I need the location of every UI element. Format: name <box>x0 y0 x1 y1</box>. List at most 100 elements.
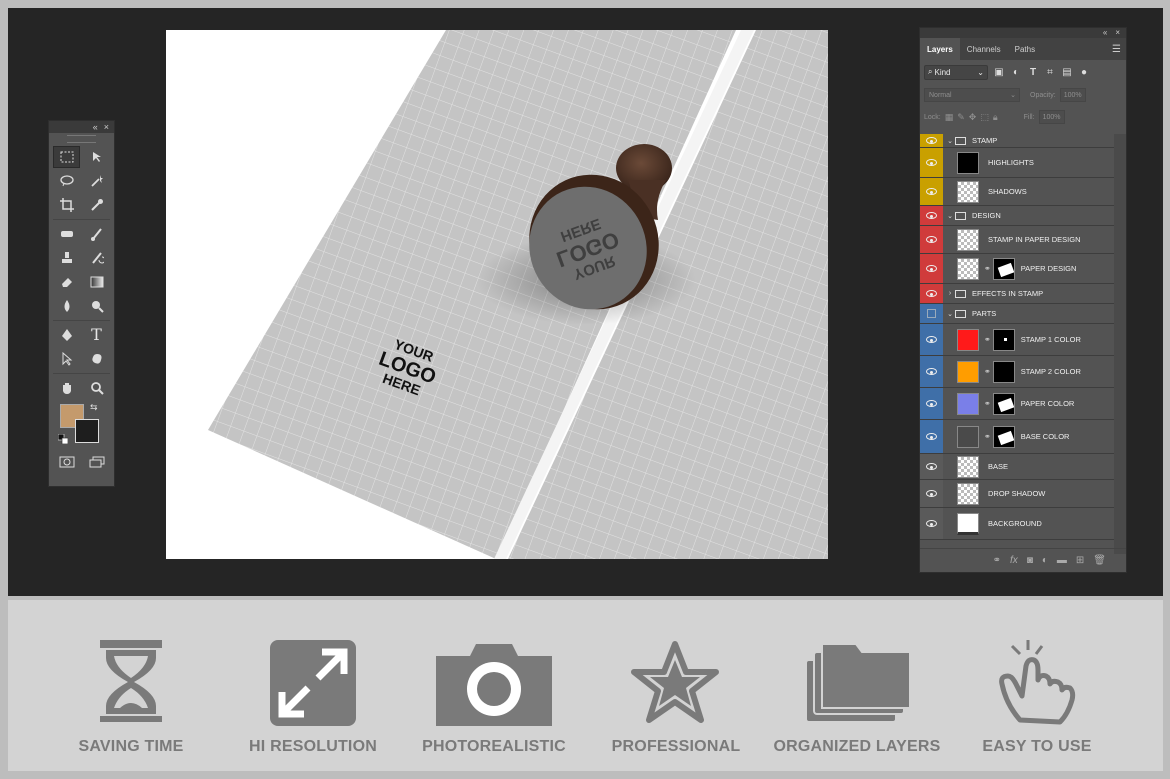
layer-visibility-toggle[interactable] <box>920 356 943 387</box>
link-icon[interactable]: ⚭ <box>984 432 991 441</box>
crop-tool-icon[interactable] <box>53 194 80 216</box>
layer-visibility-toggle[interactable] <box>920 226 943 253</box>
collapse-icon[interactable]: « <box>93 122 98 132</box>
layer-row[interactable]: ⌄ PARTS <box>920 304 1114 324</box>
layer-style-icon[interactable]: fx <box>1010 555 1018 566</box>
layer-row[interactable]: SHADOWS <box>920 178 1114 206</box>
type-filter-icon[interactable]: T <box>1027 67 1039 78</box>
hand-tool-icon[interactable] <box>53 377 80 399</box>
layer-row[interactable]: ⚭ STAMP 2 COLOR <box>920 356 1114 388</box>
layer-visibility-toggle[interactable] <box>920 454 943 479</box>
layer-row[interactable]: › EFFECTS IN STAMP <box>920 284 1114 304</box>
layer-row[interactable]: BACKGROUND <box>920 508 1114 540</box>
link-icon[interactable]: ⚭ <box>984 399 991 408</box>
group-expand-icon[interactable]: ⌄ <box>945 212 955 220</box>
close-icon[interactable]: × <box>1115 28 1120 38</box>
swap-colors-icon[interactable]: ⇆ <box>90 402 98 413</box>
document-canvas[interactable]: YOUR LOGO HERE YOUR LOGO HERE <box>166 30 828 559</box>
layer-row[interactable]: ⚭ PAPER COLOR <box>920 388 1114 420</box>
smart-object-filter-icon[interactable]: ▤ <box>1061 67 1073 78</box>
layers-scrollbar[interactable] <box>1114 134 1126 554</box>
layer-row[interactable]: STAMP IN PAPER DESIGN <box>920 226 1114 254</box>
layer-visibility-toggle[interactable] <box>920 134 943 147</box>
link-icon[interactable]: ⚭ <box>984 264 991 273</box>
filter-toggle-icon[interactable]: ● <box>1078 67 1090 78</box>
blend-mode-select[interactable]: Normal ⌄ <box>924 88 1020 102</box>
trash-icon[interactable]: 🗑︎ <box>1093 555 1106 566</box>
layer-row[interactable]: ⚭ STAMP 1 COLOR <box>920 324 1114 356</box>
lock-artboard-icon[interactable]: ⬚ <box>980 112 989 123</box>
layer-visibility-toggle[interactable] <box>920 178 943 205</box>
lasso-tool-icon[interactable] <box>53 170 80 192</box>
layer-row[interactable]: ⌄ DESIGN <box>920 206 1114 226</box>
history-brush-tool-icon[interactable] <box>83 247 110 269</box>
blur-tool-icon[interactable] <box>53 295 80 317</box>
eraser-tool-icon[interactable] <box>53 271 80 293</box>
layer-row[interactable]: BASE <box>920 454 1114 480</box>
layer-visibility-toggle[interactable] <box>920 304 943 323</box>
lock-paint-icon[interactable]: ✎ <box>957 112 965 123</box>
link-layers-icon[interactable]: ⚭ <box>993 555 1001 566</box>
layer-visibility-toggle[interactable] <box>920 148 943 177</box>
default-colors-icon[interactable] <box>58 434 68 444</box>
marquee-tool-icon[interactable] <box>53 146 80 168</box>
lock-all-icon[interactable]: 🔒︎ <box>993 112 998 123</box>
tab-paths[interactable]: Paths <box>1008 38 1042 60</box>
screen-mode-icon[interactable] <box>83 451 110 473</box>
path-selection-tool-icon[interactable] <box>53 348 80 370</box>
gradient-tool-icon[interactable] <box>83 271 110 293</box>
magic-wand-tool-icon[interactable] <box>83 170 110 192</box>
group-expand-icon[interactable]: ⌄ <box>945 310 955 318</box>
layer-thumbnail <box>957 512 979 535</box>
fill-field[interactable]: 100% <box>1038 110 1065 124</box>
close-icon[interactable]: × <box>104 122 109 132</box>
new-layer-icon[interactable]: ⊞ <box>1076 555 1084 566</box>
add-mask-icon[interactable]: ◙ <box>1027 555 1033 566</box>
layer-row[interactable]: DROP SHADOW <box>920 480 1114 508</box>
link-icon[interactable]: ⚭ <box>984 335 991 344</box>
pen-tool-icon[interactable] <box>53 324 80 346</box>
background-color-swatch[interactable] <box>75 419 99 443</box>
layer-visibility-toggle[interactable] <box>920 284 943 303</box>
group-expand-icon[interactable]: ⌄ <box>945 137 955 145</box>
filter-kind-select[interactable]: ⌕ Kind ⌄ <box>924 64 988 80</box>
healing-brush-tool-icon[interactable] <box>53 223 80 245</box>
layer-row[interactable]: HIGHLIGHTS <box>920 148 1114 178</box>
eyedropper-tool-icon[interactable] <box>83 194 110 216</box>
pixel-filter-icon[interactable]: ▣ <box>993 67 1005 78</box>
lock-position-icon[interactable]: ✥ <box>969 112 977 123</box>
layer-row[interactable]: ⌄ STAMP <box>920 134 1114 148</box>
layer-row[interactable]: ⚭ BASE COLOR <box>920 420 1114 454</box>
zoom-tool-icon[interactable] <box>83 377 110 399</box>
layer-visibility-toggle[interactable] <box>920 206 943 225</box>
new-group-icon[interactable]: ▬ <box>1057 555 1067 566</box>
adjustment-layer-icon[interactable]: ◐ <box>1042 555 1048 566</box>
adjustment-filter-icon[interactable]: ◐ <box>1010 67 1022 78</box>
layer-visibility-toggle[interactable] <box>920 254 943 283</box>
layer-row[interactable]: ⚭ PAPER DESIGN <box>920 254 1114 284</box>
layer-visibility-toggle[interactable] <box>920 420 943 453</box>
shape-filter-icon[interactable]: ⌗ <box>1044 67 1056 78</box>
dodge-tool-icon[interactable] <box>83 295 110 317</box>
layer-name: BASE COLOR <box>1020 432 1070 441</box>
layer-visibility-toggle[interactable] <box>920 388 943 419</box>
layer-visibility-toggle[interactable] <box>920 480 943 507</box>
move-tool-icon[interactable] <box>83 146 110 168</box>
collapse-icon[interactable]: « <box>1103 28 1107 38</box>
tab-layers[interactable]: Layers <box>920 38 960 60</box>
brush-tool-icon[interactable] <box>83 223 110 245</box>
layer-visibility-toggle[interactable] <box>920 508 943 539</box>
lock-pixels-icon[interactable]: ▦ <box>945 112 954 123</box>
layer-visibility-toggle[interactable] <box>920 324 943 355</box>
opacity-field[interactable]: 100% <box>1059 88 1086 102</box>
custom-shape-tool-icon[interactable] <box>83 348 110 370</box>
clone-stamp-tool-icon[interactable] <box>53 247 80 269</box>
type-tool-icon[interactable]: T <box>83 324 110 346</box>
eye-icon <box>926 400 937 407</box>
group-expand-icon[interactable]: › <box>945 290 955 297</box>
panel-grip[interactable] <box>67 135 96 143</box>
panel-menu-icon[interactable]: ☰ <box>1112 44 1121 55</box>
tab-channels[interactable]: Channels <box>960 38 1008 60</box>
link-icon[interactable]: ⚭ <box>984 367 991 376</box>
quick-mask-icon[interactable] <box>53 451 80 473</box>
